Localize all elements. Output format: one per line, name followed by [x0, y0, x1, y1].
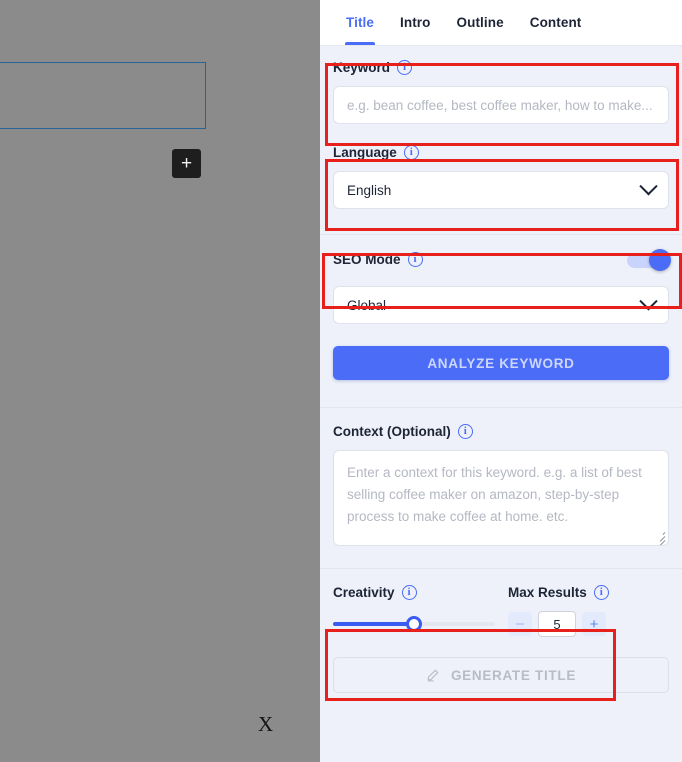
- tab-outline-label: Outline: [456, 15, 504, 30]
- max-results-label: Max Results: [508, 585, 587, 600]
- language-info-icon[interactable]: i: [403, 145, 419, 160]
- analyze-keyword-button[interactable]: ANALYZE KEYWORD: [333, 346, 669, 380]
- creativity-maxresults-group: Creativity i Max Results i − 5 +: [320, 569, 682, 637]
- resize-grip-icon[interactable]: [654, 531, 666, 545]
- creativity-label-row: Creativity i: [333, 585, 508, 600]
- add-block-button[interactable]: +: [172, 149, 201, 178]
- keyword-input[interactable]: e.g. bean coffee, best coffee maker, how…: [333, 86, 669, 124]
- selected-paragraph-block[interactable]: [0, 62, 206, 129]
- language-selected-value: English: [347, 182, 392, 198]
- region-selected-value: Global: [347, 297, 387, 313]
- context-info-icon[interactable]: i: [457, 424, 473, 439]
- ai-writer-panel: Title Intro Outline Content Keyword i e.…: [320, 0, 682, 762]
- language-label: Language: [333, 145, 397, 160]
- creativity-label: Creativity: [333, 585, 395, 600]
- generate-title-label: GENERATE TITLE: [450, 667, 577, 683]
- tab-intro[interactable]: Intro: [387, 0, 444, 45]
- tab-title-label: Title: [346, 15, 375, 30]
- context-textarea[interactable]: Enter a context for this keyword. e.g. a…: [333, 450, 669, 546]
- language-select[interactable]: English: [333, 171, 669, 209]
- plus-icon: +: [180, 153, 193, 174]
- generate-title-button[interactable]: GENERATE TITLE: [333, 657, 669, 693]
- max-results-decrement-button[interactable]: −: [508, 612, 532, 636]
- chevron-down-icon: [639, 176, 658, 195]
- creativity-group: Creativity i: [333, 585, 508, 632]
- toggle-knob: [649, 249, 671, 271]
- max-results-group: Max Results i − 5 +: [508, 585, 669, 637]
- creativity-maxresults-row: Creativity i Max Results i − 5 +: [333, 585, 669, 637]
- generate-title-group: GENERATE TITLE: [320, 637, 682, 693]
- creativity-slider[interactable]: [333, 616, 495, 632]
- context-label-row: Context (Optional) i: [333, 424, 669, 439]
- modal-backdrop[interactable]: + X: [0, 0, 320, 762]
- max-results-info-icon[interactable]: i: [593, 585, 609, 600]
- keyword-label: Keyword: [333, 60, 391, 75]
- max-results-stepper: − 5 +: [508, 611, 606, 637]
- seo-mode-row: SEO Mode i: [333, 249, 671, 271]
- keyword-field-group: Keyword i e.g. bean coffee, best coffee …: [320, 46, 682, 124]
- language-label-row: Language i: [333, 145, 669, 160]
- chevron-down-icon: [639, 291, 658, 310]
- context-field-group: Context (Optional) i Enter a context for…: [320, 408, 682, 546]
- creativity-info-icon[interactable]: i: [401, 585, 417, 600]
- max-results-increment-button[interactable]: +: [582, 612, 606, 636]
- language-field-group: Language i English: [320, 124, 682, 209]
- seo-mode-label-row: SEO Mode i: [333, 252, 423, 267]
- max-results-label-row: Max Results i: [508, 585, 609, 600]
- max-results-value[interactable]: 5: [538, 611, 576, 637]
- tab-intro-label: Intro: [400, 15, 431, 30]
- tab-bar: Title Intro Outline Content: [320, 0, 682, 46]
- seo-mode-label: SEO Mode: [333, 252, 401, 267]
- tab-outline[interactable]: Outline: [444, 0, 517, 45]
- slider-fill: [333, 622, 414, 626]
- keyword-label-row: Keyword i: [333, 60, 669, 75]
- seo-mode-toggle[interactable]: [627, 249, 671, 271]
- close-modal-x[interactable]: X: [258, 712, 273, 737]
- seo-mode-group: SEO Mode i Global ANALYZE KEYWORD: [320, 235, 682, 380]
- tab-content-label: Content: [529, 15, 582, 30]
- pencil-icon: [427, 669, 439, 682]
- region-select[interactable]: Global: [333, 286, 669, 324]
- slider-thumb[interactable]: [406, 616, 422, 632]
- keyword-info-icon[interactable]: i: [397, 60, 413, 75]
- context-label: Context (Optional): [333, 424, 451, 439]
- context-placeholder: Enter a context for this keyword. e.g. a…: [347, 465, 642, 524]
- tab-content[interactable]: Content: [517, 0, 595, 45]
- screen: + X Title Intro Outline Content Keyword …: [0, 0, 682, 762]
- tab-title[interactable]: Title: [333, 0, 387, 45]
- seo-mode-info-icon[interactable]: i: [407, 252, 423, 267]
